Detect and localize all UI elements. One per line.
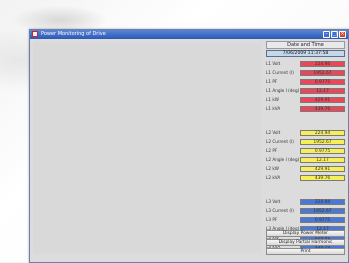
measurement-label: L2 kW [266, 166, 279, 172]
app-icon [32, 31, 38, 37]
measurement-row: L3 Current (I) 1952.67 [266, 208, 346, 214]
measurement-value: 12.17 [300, 88, 345, 94]
display-power-meter-button[interactable]: Display Power Meter [266, 230, 345, 237]
measurement-value: 429.91 [300, 97, 345, 103]
measurement-row: L2 Volt 224.94 [266, 130, 346, 136]
measurement-value: 224.94 [300, 130, 345, 136]
measurement-row: L3 Volt 224.94 [266, 199, 346, 205]
display-partial-harmonic-button[interactable]: Display Partial Harmonic [266, 239, 345, 246]
date-time-value: 7/06/2009 11:37:58 [266, 50, 345, 57]
measurement-value: 224.94 [300, 61, 345, 67]
date-time-label: Date and Time [266, 41, 345, 49]
measurement-row: L3 PF 0.9775 [266, 217, 346, 223]
measurement-row: L1 Current (I) 1952.67 [266, 70, 346, 76]
measurement-label: L1 PF [266, 79, 277, 85]
measurement-value: 12.17 [300, 157, 345, 163]
close-button[interactable]: × [339, 31, 346, 38]
measurement-row: L1 PF 0.9775 [266, 79, 346, 85]
measurement-value: 439.76 [300, 106, 345, 112]
measurement-label: L1 Current (I) [266, 70, 294, 76]
measurement-label: L2 Current (I) [266, 139, 294, 145]
app-window: Power Monitoring of Drive – □ × Date and… [29, 29, 349, 263]
measurement-label: L2 Volt [266, 130, 280, 136]
measurement-value: 439.76 [300, 175, 345, 181]
measurement-row: L2 Angle I (deg)12.17 [266, 157, 346, 163]
measurement-label: L3 PF [266, 217, 277, 223]
measurement-value: 1952.67 [300, 70, 345, 76]
phasor-dial-panel [33, 43, 261, 253]
measurement-row: L2 PF 0.9775 [266, 148, 346, 154]
measurement-label: L3 Current (I) [266, 208, 294, 214]
measurement-row: L2 kW 429.91 [266, 166, 346, 172]
measurement-label: L1 kW [266, 97, 279, 103]
measurement-value: 224.94 [300, 199, 345, 205]
title-bar[interactable]: Power Monitoring of Drive – □ × [30, 30, 348, 39]
measurement-label: L2 Angle I (deg) [266, 157, 299, 163]
measurement-row: L2 Current (I) 1952.67 [266, 139, 346, 145]
measurement-label: L2 kVA [266, 175, 280, 181]
measurement-value: 0.9775 [300, 79, 345, 85]
window-title: Power Monitoring of Drive [41, 30, 106, 39]
measurement-label: L1 Volt [266, 61, 280, 67]
measurement-row: L2 kVA 439.76 [266, 175, 346, 181]
minimize-button[interactable]: – [323, 31, 330, 38]
measurement-value: 1952.67 [300, 208, 345, 214]
measurement-row: L1 kVA 439.76 [266, 106, 346, 112]
measurement-value: 1952.67 [300, 139, 345, 145]
measurement-row: L1 Angle I (deg)12.17 [266, 88, 346, 94]
measurement-value: 0.9775 [300, 217, 345, 223]
measurement-value: 0.9775 [300, 148, 345, 154]
measurement-label: L1 kVA [266, 106, 280, 112]
print-button[interactable]: Print [266, 248, 345, 255]
measurement-row: L1 kW 429.91 [266, 97, 346, 103]
measurement-value: 429.91 [300, 166, 345, 172]
measurement-label: L2 PF [266, 148, 277, 154]
measurement-row: L1 Volt 224.94 [266, 61, 346, 67]
measurement-label: L3 Volt [266, 199, 280, 205]
maximize-button[interactable]: □ [331, 31, 338, 38]
measurement-label: L1 Angle I (deg) [266, 88, 299, 94]
